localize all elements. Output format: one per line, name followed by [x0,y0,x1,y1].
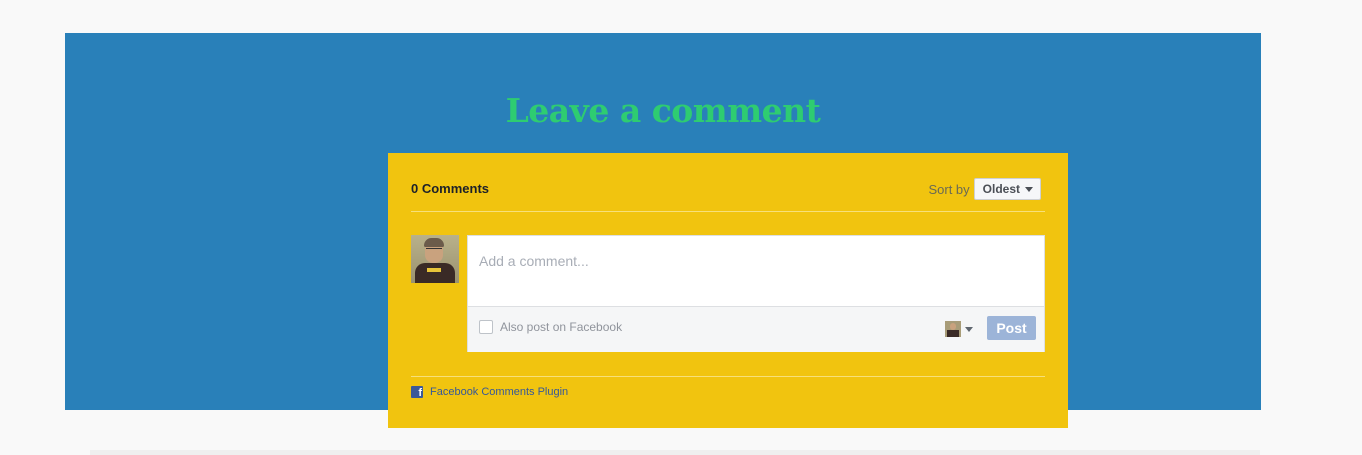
identity-avatar [945,321,961,337]
footer-divider [411,376,1045,377]
comment-count: 0 Comments [411,181,490,196]
comment-section: Leave a comment 0 Comments Sort by Oldes… [65,33,1261,428]
identity-selector[interactable] [945,321,973,337]
identity-avatar-head [950,323,956,330]
composer-footer: Also post on Facebook Post [468,306,1044,352]
post-button[interactable]: Post [987,316,1036,340]
also-post-option[interactable]: Also post on Facebook [479,320,622,334]
avatar-shirt-print [427,268,441,272]
also-post-label: Also post on Facebook [500,320,623,334]
user-avatar [411,235,459,283]
comment-input[interactable] [468,236,1044,306]
sort-label: Sort by [928,181,970,197]
also-post-checkbox[interactable] [479,320,493,334]
avatar-shirt [415,263,455,283]
page: Leave a comment 0 Comments Sort by Oldes… [0,0,1362,455]
sort-dropdown-value: Oldest [982,182,1020,196]
chevron-down-icon [965,326,973,332]
identity-avatar-body [947,330,959,337]
chevron-down-icon [1025,186,1033,192]
section-title: Leave a comment [505,91,821,130]
plugin-label: Facebook Comments Plugin [430,386,569,398]
sort-control: Sort by Oldest [928,178,1041,200]
facebook-icon: f [411,386,423,398]
comments-header: 0 Comments Sort by Oldest [411,177,1045,212]
facebook-comments-plugin: 0 Comments Sort by Oldest Add a comment.… [388,153,1068,428]
comment-composer: Also post on Facebook Post [467,235,1045,352]
sort-dropdown[interactable]: Oldest [973,178,1041,200]
facebook-comments-plugin-link[interactable]: f Facebook Comments Plugin [411,386,568,398]
next-section-edge [90,450,1260,455]
avatar-glasses [426,248,442,253]
avatar-hair [424,238,444,247]
